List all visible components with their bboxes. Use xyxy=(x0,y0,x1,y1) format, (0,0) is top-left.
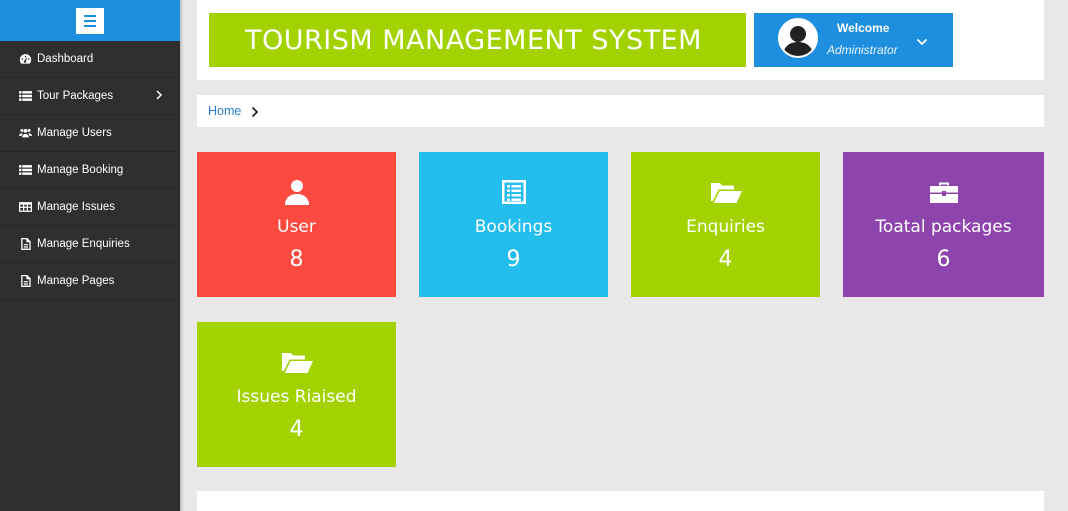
breadcrumb: Home xyxy=(197,95,1044,127)
sidebar-item-label: Manage Issues xyxy=(37,201,115,213)
card-value: 4 xyxy=(718,247,733,272)
stat-card-total-packages[interactable]: Toatal packages 6 xyxy=(843,152,1044,297)
stat-card-bookings[interactable]: Bookings 9 xyxy=(419,152,608,297)
stat-card-enquiries[interactable]: Enquiries 4 xyxy=(631,152,820,297)
dashboard-icon xyxy=(19,53,32,65)
sidebar-item-label: Manage Booking xyxy=(37,164,124,176)
list-icon xyxy=(19,164,32,176)
user-avatar-icon xyxy=(780,20,816,56)
hamburger-icon xyxy=(84,14,96,17)
card-label: User xyxy=(277,217,316,237)
card-label: Issues Riaised xyxy=(236,387,357,407)
user-role: Administrator xyxy=(827,43,898,57)
user-menu[interactable]: Welcome Administrator xyxy=(754,13,953,67)
list-alt-icon xyxy=(419,178,608,206)
chevron-down-icon xyxy=(916,34,928,46)
card-label: Enquiries xyxy=(686,217,765,237)
document-icon xyxy=(19,238,32,250)
sidebar-item-label: Dashboard xyxy=(37,53,94,65)
sidebar-item-manage-users[interactable]: Manage Users xyxy=(0,115,180,152)
sidebar-header xyxy=(0,0,180,41)
sidebar-item-manage-issues[interactable]: Manage Issues xyxy=(0,189,180,226)
sidebar-item-manage-enquiries[interactable]: Manage Enquiries xyxy=(0,226,180,263)
sidebar-item-label: Manage Pages xyxy=(37,275,115,287)
breadcrumb-home-link[interactable]: Home xyxy=(208,104,241,118)
card-value: 6 xyxy=(936,247,951,272)
document-icon xyxy=(19,275,32,287)
sidebar-item-label: Manage Enquiries xyxy=(37,238,130,250)
list-icon xyxy=(19,90,32,102)
sidebar-item-manage-pages[interactable]: Manage Pages xyxy=(0,263,180,300)
card-value: 9 xyxy=(506,247,521,272)
welcome-text: Welcome xyxy=(837,21,890,35)
card-value: 8 xyxy=(289,247,304,272)
sidebar-item-tour-packages[interactable]: Tour Packages xyxy=(0,78,180,115)
card-value: 4 xyxy=(289,417,304,442)
sidebar-item-label: Manage Users xyxy=(37,127,112,139)
stat-card-user[interactable]: User 8 xyxy=(197,152,396,297)
app-title-banner: TOURISM MANAGEMENT SYSTEM xyxy=(209,13,746,67)
chevron-right-icon xyxy=(155,89,163,101)
card-label: Toatal packages xyxy=(875,217,1012,237)
avatar xyxy=(778,18,818,58)
bottom-panel xyxy=(197,491,1044,511)
menu-toggle-button[interactable] xyxy=(76,7,104,34)
folder-open-icon xyxy=(631,178,820,206)
folder-open-icon xyxy=(197,348,396,376)
sidebar-item-dashboard[interactable]: Dashboard xyxy=(0,41,180,78)
card-label: Bookings xyxy=(474,217,553,237)
sidebar: Dashboard Tour Packages Manage Users Man… xyxy=(0,0,180,511)
sidebar-shadow xyxy=(180,0,184,511)
app-title: TOURISM MANAGEMENT SYSTEM xyxy=(245,24,702,56)
header: TOURISM MANAGEMENT SYSTEM Welcome Admini… xyxy=(197,0,1044,80)
sidebar-item-label: Tour Packages xyxy=(37,90,114,102)
chevron-right-icon xyxy=(251,105,259,118)
user-icon xyxy=(197,178,396,206)
users-icon xyxy=(19,127,32,139)
sidebar-item-manage-booking[interactable]: Manage Booking xyxy=(0,152,180,189)
stat-card-issues-raised[interactable]: Issues Riaised 4 xyxy=(197,322,396,467)
table-icon xyxy=(19,201,32,213)
briefcase-icon xyxy=(843,178,1044,206)
